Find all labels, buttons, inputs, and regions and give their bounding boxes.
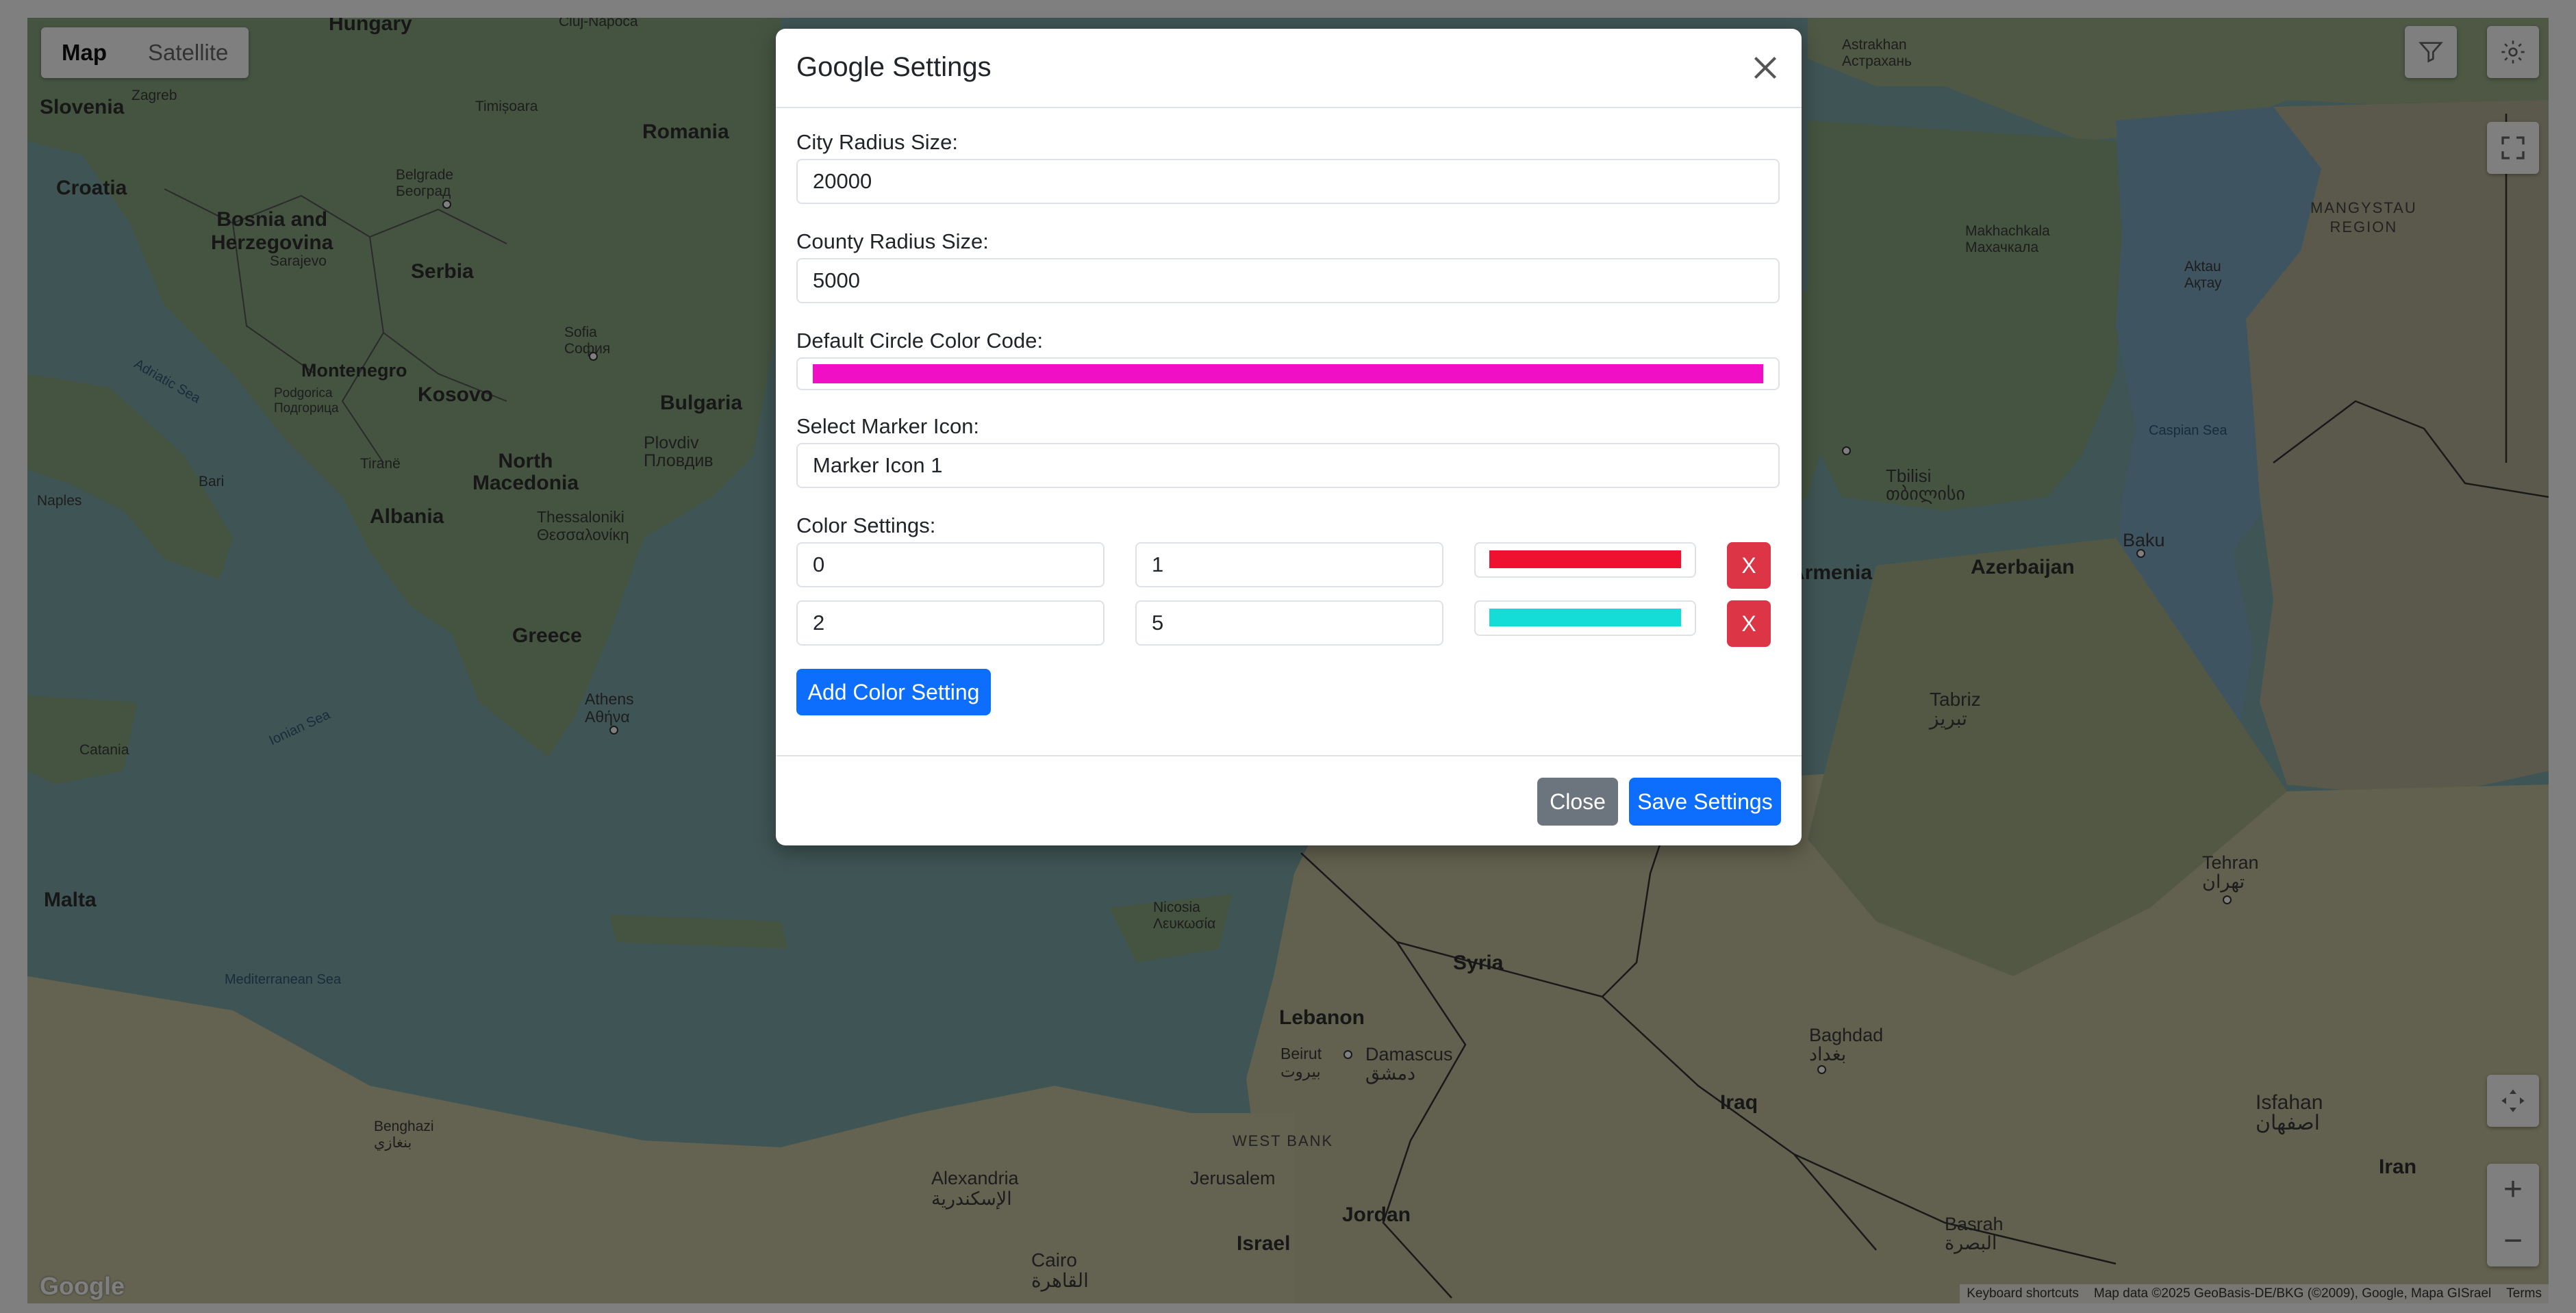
- default-color-label: Default Circle Color Code:: [796, 329, 1044, 353]
- modal-header: Google Settings: [776, 29, 1802, 108]
- city-radius-input[interactable]: 20000: [796, 159, 1780, 204]
- close-button[interactable]: Close: [1537, 778, 1618, 826]
- marker-icon-select[interactable]: Marker Icon 1: [796, 443, 1780, 488]
- city-radius-label: City Radius Size:: [796, 130, 959, 154]
- remove-color-setting-button[interactable]: X: [1727, 542, 1771, 589]
- color-setting-min-input[interactable]: 0: [796, 542, 1104, 587]
- marker-icon-label: Select Marker Icon:: [796, 414, 980, 438]
- default-color-picker[interactable]: [796, 357, 1780, 390]
- google-settings-modal: Google Settings City Radius Size: 20000 …: [776, 29, 1802, 845]
- save-settings-button[interactable]: Save Settings: [1629, 778, 1781, 826]
- color-setting-swatch: [1489, 609, 1681, 626]
- color-setting-max-input[interactable]: 5: [1135, 600, 1443, 646]
- color-settings-label: Color Settings:: [796, 513, 936, 537]
- county-radius-label: County Radius Size:: [796, 229, 989, 253]
- color-setting-color-picker[interactable]: [1474, 542, 1696, 578]
- add-color-setting-button[interactable]: Add Color Setting: [796, 669, 991, 715]
- color-setting-min-input[interactable]: 2: [796, 600, 1104, 646]
- default-color-swatch: [813, 364, 1763, 383]
- remove-color-setting-button[interactable]: X: [1727, 600, 1771, 647]
- county-radius-input[interactable]: 5000: [796, 258, 1780, 303]
- close-modal-button[interactable]: [1748, 51, 1782, 85]
- color-setting-max-input[interactable]: 1: [1135, 542, 1443, 587]
- color-setting-swatch: [1489, 550, 1681, 568]
- modal-title: Google Settings: [796, 52, 992, 82]
- close-icon: [1754, 56, 1777, 79]
- color-setting-color-picker[interactable]: [1474, 600, 1696, 636]
- modal-footer-divider: [776, 755, 1802, 756]
